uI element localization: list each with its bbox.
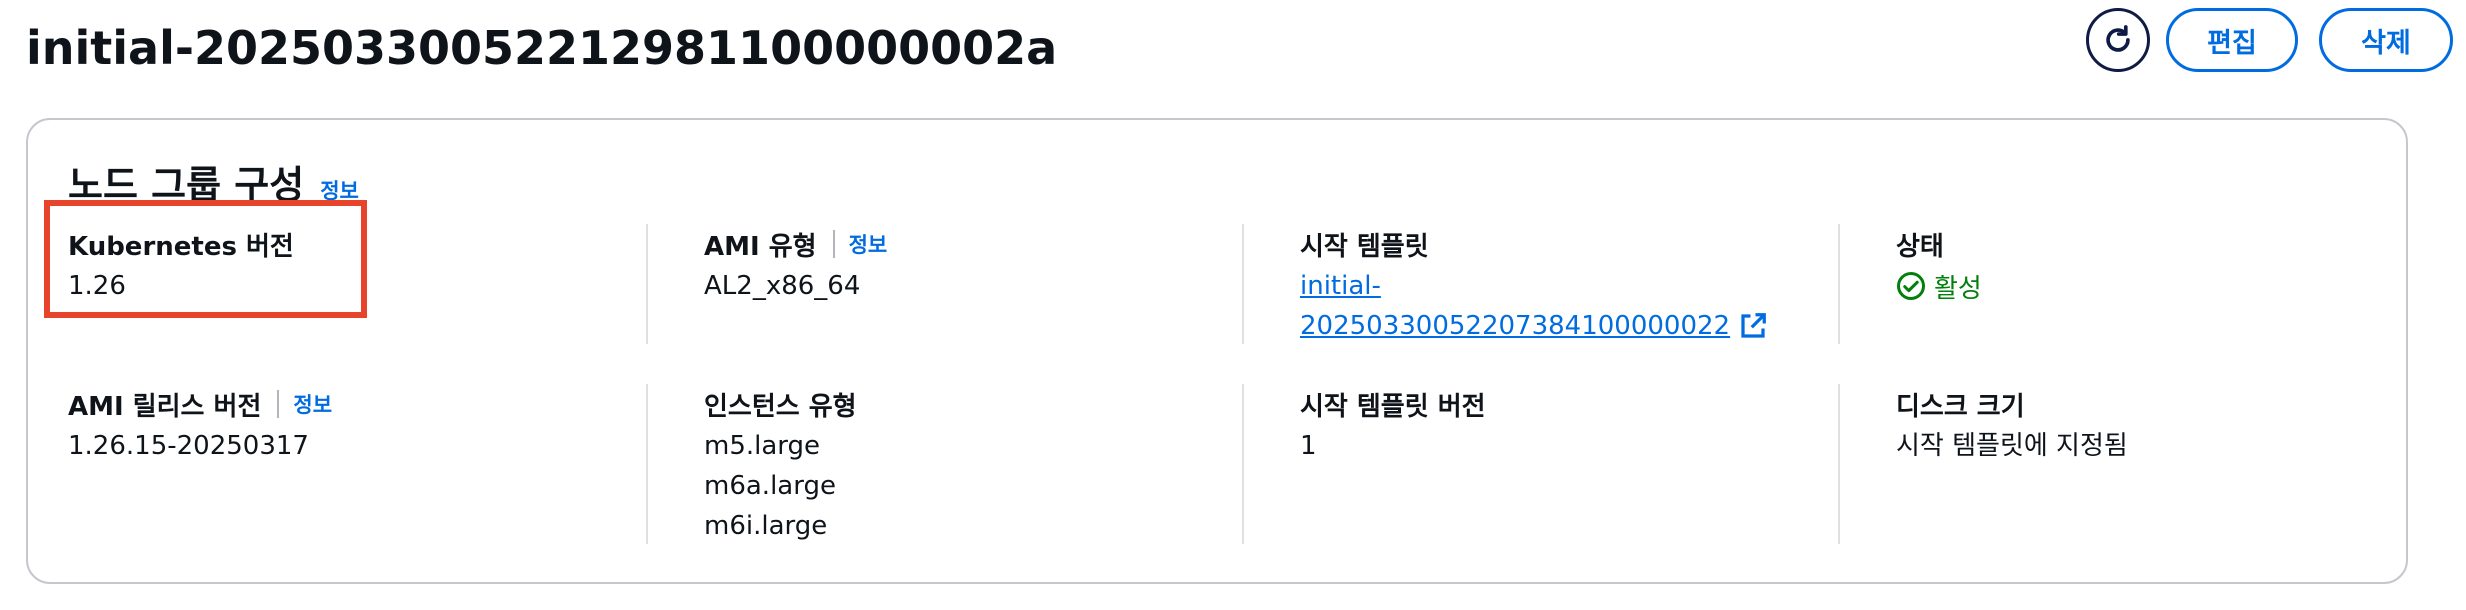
refresh-button[interactable] xyxy=(2086,8,2150,72)
ami-type-field: AMI 유형 정보 AL2_x86_64 xyxy=(704,226,887,306)
instance-type-item: m6a.large xyxy=(704,471,836,501)
edit-button[interactable]: 편집 xyxy=(2166,8,2298,72)
column-divider xyxy=(1838,384,1840,544)
external-link-icon xyxy=(1741,313,1766,338)
instance-types-label: 인스턴스 유형 xyxy=(704,391,857,422)
column-divider xyxy=(1838,224,1840,344)
disk-size-label: 디스크 크기 xyxy=(1896,391,2025,422)
instance-types-field: 인스턴스 유형 m5.large m6a.large m6i.large xyxy=(704,386,857,546)
ami-type-info-link[interactable]: 정보 xyxy=(849,229,888,259)
ami-type-label: AMI 유형 xyxy=(704,231,817,262)
disk-size-value: 시작 템플릿에 지정됨 xyxy=(1896,431,2128,461)
ami-release-version-info-link[interactable]: 정보 xyxy=(293,389,332,419)
launch-template-version-label: 시작 템플릿 버전 xyxy=(1300,391,1486,422)
column-divider xyxy=(646,224,648,344)
instance-type-item: m5.large xyxy=(704,431,821,461)
ami-release-version-label: AMI 릴리스 버전 xyxy=(68,391,262,422)
disk-size-field: 디스크 크기 시작 템플릿에 지정됨 xyxy=(1896,386,2128,466)
page-title: initial-20250330052212981100000002a xyxy=(26,21,1058,75)
launch-template-link-line2[interactable]: 20250330052207384100000022 xyxy=(1300,306,1730,346)
ami-type-value: AL2_x86_64 xyxy=(704,271,861,301)
status-field: 상태 활성 xyxy=(1896,226,1982,306)
launch-template-version-field: 시작 템플릿 버전 1 xyxy=(1300,386,1486,466)
launch-template-field: 시작 템플릿 initial- 202503300522073841000000… xyxy=(1300,226,1768,346)
launch-template-link-line1[interactable]: initial- xyxy=(1300,266,1768,306)
status-value: 활성 xyxy=(1934,273,1982,304)
node-group-config-panel: 노드 그룹 구성 정보 Kubernetes 버전 1.26 AMI 유형 정보… xyxy=(26,118,2408,584)
highlight-box xyxy=(44,200,367,318)
launch-template-link[interactable]: initial- 20250330052207384100000022 xyxy=(1300,266,1768,346)
status-indicator: 활성 xyxy=(1896,266,1982,306)
check-circle-icon xyxy=(1897,272,1925,300)
label-separator xyxy=(832,230,835,258)
launch-template-label: 시작 템플릿 xyxy=(1300,231,1429,262)
refresh-icon xyxy=(2106,25,2130,52)
column-divider xyxy=(1242,224,1244,344)
launch-template-version-value: 1 xyxy=(1300,431,1317,461)
delete-button[interactable]: 삭제 xyxy=(2319,8,2453,72)
ami-release-version-value: 1.26.15-20250317 xyxy=(68,431,309,461)
column-divider xyxy=(1242,384,1244,544)
ami-release-version-field: AMI 릴리스 버전 정보 1.26.15-20250317 xyxy=(68,386,332,466)
status-label: 상태 xyxy=(1896,231,1944,262)
column-divider xyxy=(646,384,648,544)
instance-type-item: m6i.large xyxy=(704,511,828,541)
label-separator xyxy=(277,390,280,418)
